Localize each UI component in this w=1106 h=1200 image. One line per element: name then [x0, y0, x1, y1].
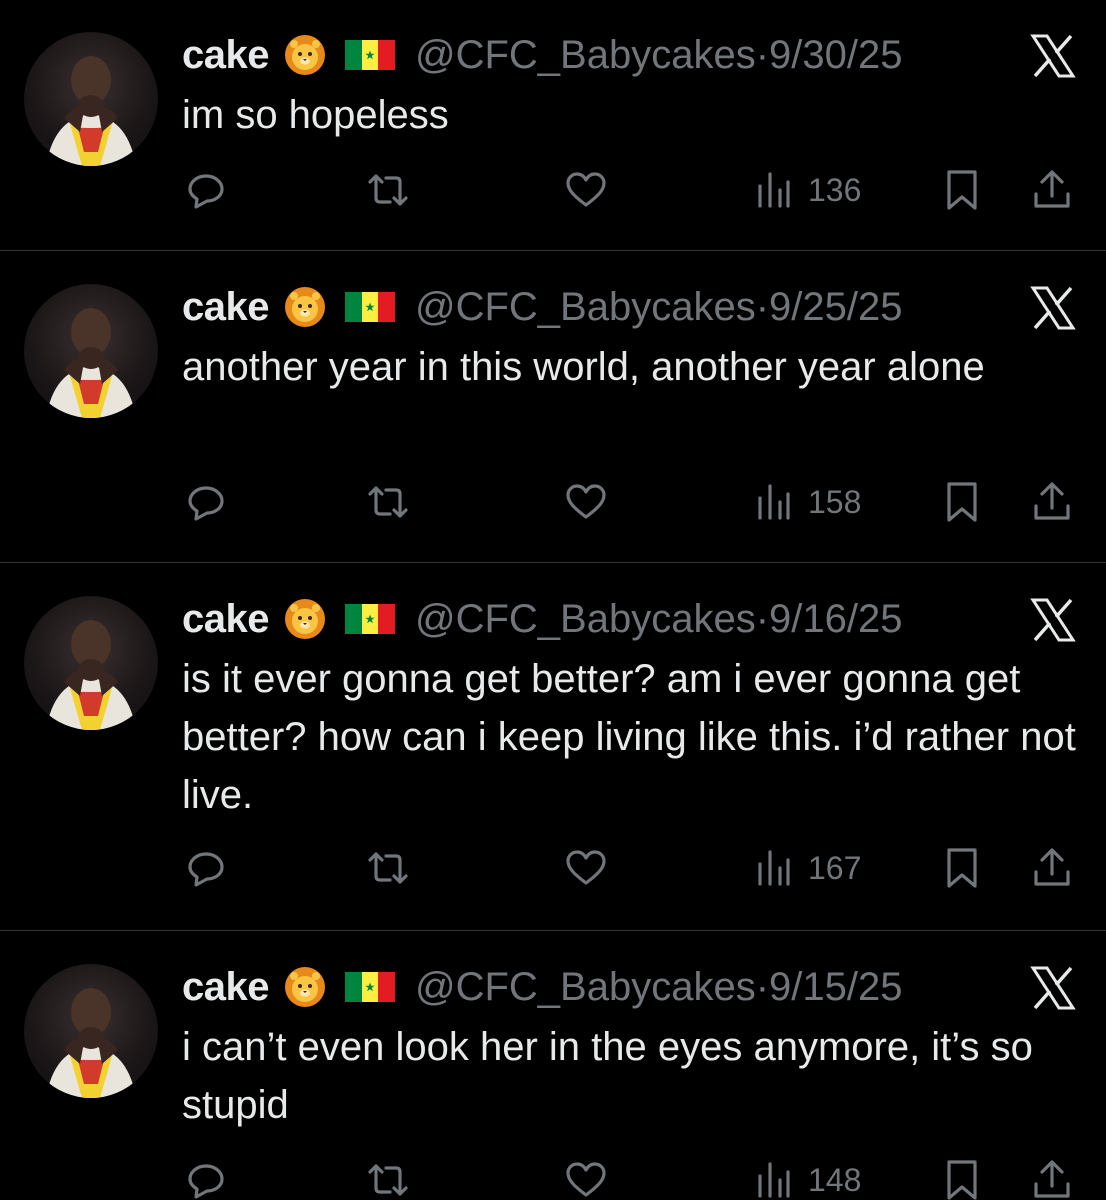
reply-button[interactable]: [184, 168, 228, 212]
lion-face-icon: [283, 285, 327, 329]
post[interactable]: cake @CFC_Babycakes·9/16/25 is it ever g…: [0, 596, 1106, 930]
post[interactable]: cake @CFC_Babycakes·9/25/25 another year…: [0, 284, 1106, 562]
views-button[interactable]: 136: [752, 168, 861, 212]
senegal-flag-icon: [344, 604, 395, 634]
views-count: 158: [808, 483, 862, 520]
timeline-feed: cake @CFC_Babycakes·9/30/25 im so hopele…: [0, 0, 1106, 1200]
heart-icon: [566, 172, 606, 207]
repost-button[interactable]: [366, 846, 410, 890]
post-header: cake @CFC_Babycakes·9/16/25: [182, 596, 903, 642]
bookmark-button[interactable]: [940, 1158, 984, 1200]
post-text: another year in this world, another year…: [182, 345, 985, 389]
repost-icon: [368, 1164, 408, 1196]
reply-icon: [188, 852, 224, 887]
views-count: 136: [808, 171, 862, 208]
handle-and-date[interactable]: @CFC_Babycakes·9/15/25: [415, 965, 903, 1010]
repost-icon: [368, 174, 408, 206]
like-button[interactable]: [564, 480, 608, 524]
lion-face-icon: [283, 965, 327, 1009]
post[interactable]: cake @CFC_Babycakes·9/15/25 i can’t even…: [0, 964, 1106, 1200]
heart-icon: [566, 484, 606, 519]
share-icon: [1034, 1160, 1070, 1198]
views-count: 148: [808, 1161, 862, 1198]
avatar[interactable]: [24, 284, 158, 418]
heart-icon: [566, 850, 606, 885]
like-button[interactable]: [564, 1158, 608, 1200]
post-text: i can’t even look her in the eyes anymor…: [182, 1025, 1033, 1127]
views-button[interactable]: 158: [752, 480, 861, 524]
bookmark-icon: [947, 482, 977, 522]
repost-icon: [368, 486, 408, 518]
senegal-flag-icon: [344, 972, 395, 1002]
views-icon: [758, 850, 790, 886]
display-name[interactable]: cake: [182, 965, 269, 1010]
action-bar: 136: [0, 168, 1106, 212]
post-header: cake @CFC_Babycakes·9/30/25: [182, 32, 903, 78]
bookmark-button[interactable]: [940, 480, 984, 524]
action-bar: 167: [0, 846, 1106, 890]
reply-icon: [188, 174, 224, 209]
bookmark-button[interactable]: [940, 168, 984, 212]
like-button[interactable]: [564, 168, 608, 212]
bookmark-icon: [947, 170, 977, 210]
post-divider: [0, 562, 1106, 563]
handle-and-date[interactable]: @CFC_Babycakes·9/25/25: [415, 285, 903, 330]
share-button[interactable]: [1030, 168, 1074, 212]
action-bar: 148: [0, 1158, 1106, 1200]
avatar[interactable]: [24, 32, 158, 166]
views-icon: [758, 484, 790, 520]
bookmark-icon: [947, 848, 977, 888]
like-button[interactable]: [564, 846, 608, 890]
views-button[interactable]: 148: [752, 1158, 861, 1200]
bookmark-icon: [947, 1160, 977, 1200]
repost-icon: [368, 852, 408, 884]
post-text: is it ever gonna get better? am i ever g…: [182, 657, 1076, 817]
handle-and-date[interactable]: @CFC_Babycakes·9/16/25: [415, 597, 903, 642]
senegal-flag-icon: [344, 292, 395, 322]
x-logo-icon[interactable]: [1030, 34, 1076, 78]
display-name[interactable]: cake: [182, 33, 269, 78]
lion-face-icon: [283, 33, 327, 77]
lion-face-icon: [283, 597, 327, 641]
share-button[interactable]: [1030, 846, 1074, 890]
share-button[interactable]: [1030, 1158, 1074, 1200]
display-name[interactable]: cake: [182, 285, 269, 330]
share-icon: [1034, 848, 1070, 886]
reply-button[interactable]: [184, 1158, 228, 1200]
x-logo-icon[interactable]: [1030, 966, 1076, 1010]
action-bar: 158: [0, 480, 1106, 524]
share-icon: [1034, 482, 1070, 520]
post-divider: [0, 250, 1106, 251]
handle-and-date[interactable]: @CFC_Babycakes·9/30/25: [415, 33, 903, 78]
repost-button[interactable]: [366, 480, 410, 524]
views-count: 167: [808, 849, 862, 886]
reply-button[interactable]: [184, 846, 228, 890]
avatar[interactable]: [24, 964, 158, 1098]
post-divider: [0, 930, 1106, 931]
reply-icon: [188, 486, 224, 521]
avatar[interactable]: [24, 596, 158, 730]
post-header: cake @CFC_Babycakes·9/15/25: [182, 964, 903, 1010]
views-button[interactable]: 167: [752, 846, 861, 890]
display-name[interactable]: cake: [182, 597, 269, 642]
share-button[interactable]: [1030, 480, 1074, 524]
share-icon: [1034, 170, 1070, 208]
post[interactable]: cake @CFC_Babycakes·9/30/25 im so hopele…: [0, 32, 1106, 250]
views-icon: [758, 172, 790, 208]
bookmark-button[interactable]: [940, 846, 984, 890]
repost-button[interactable]: [366, 168, 410, 212]
post-text: im so hopeless: [182, 93, 449, 137]
x-logo-icon[interactable]: [1030, 286, 1076, 330]
views-icon: [758, 1162, 790, 1198]
repost-button[interactable]: [366, 1158, 410, 1200]
heart-icon: [566, 1162, 606, 1197]
reply-button[interactable]: [184, 480, 228, 524]
reply-icon: [188, 1164, 224, 1199]
senegal-flag-icon: [344, 40, 395, 70]
x-logo-icon[interactable]: [1030, 598, 1076, 642]
post-header: cake @CFC_Babycakes·9/25/25: [182, 284, 903, 330]
